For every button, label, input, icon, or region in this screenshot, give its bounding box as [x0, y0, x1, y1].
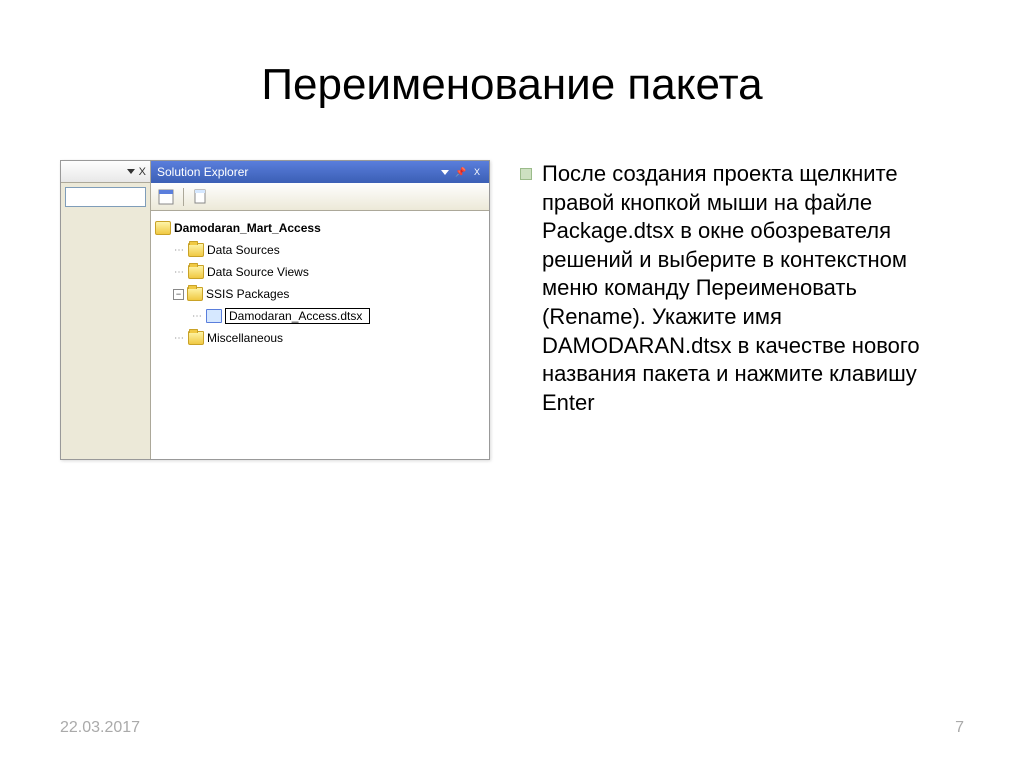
footer-date: 22.03.2017 — [60, 719, 140, 737]
tree-package-node[interactable]: ⋯ — [155, 305, 485, 327]
tree-connector-icon: ⋯ — [191, 311, 203, 322]
tree-ssis-packages[interactable]: − SSIS Packages — [155, 283, 485, 305]
left-panel-body — [61, 183, 150, 459]
solution-explorer-titlebar: Solution Explorer 📌 X — [151, 161, 489, 183]
tree-view[interactable]: Damodaran_Mart_Access ⋯ Data Sources ⋯ D… — [151, 211, 489, 459]
bullet-item: После создания проекта щелкните правой к… — [520, 160, 964, 417]
tree-connector-icon: ⋯ — [173, 267, 185, 278]
empty-input[interactable] — [65, 187, 146, 207]
show-all-icon[interactable] — [192, 188, 210, 206]
folder-icon — [188, 243, 204, 257]
toolbar-divider — [183, 188, 184, 206]
toolbar — [151, 183, 489, 211]
left-panel-header: X — [61, 161, 150, 183]
dropdown-icon[interactable] — [439, 166, 451, 178]
collapse-icon[interactable]: − — [173, 289, 184, 300]
solution-explorer-screenshot: X Solution Explorer 📌 X — [60, 160, 490, 460]
right-column: После создания проекта щелкните правой к… — [520, 160, 964, 460]
left-docked-panel: X — [61, 161, 151, 459]
folder-icon — [188, 331, 204, 345]
footer-page: 7 — [955, 719, 964, 737]
content-area: X Solution Explorer 📌 X — [0, 130, 1024, 460]
solution-explorer-panel: Solution Explorer 📌 X — [151, 161, 489, 459]
folder-icon — [188, 265, 204, 279]
rename-input[interactable] — [225, 308, 370, 324]
close-icon[interactable]: X — [471, 166, 483, 178]
tree-connector-icon: ⋯ — [173, 333, 185, 344]
tree-data-sources[interactable]: ⋯ Data Sources — [155, 239, 485, 261]
slide-footer: 22.03.2017 7 — [0, 719, 1024, 737]
tree-connector-icon: ⋯ — [173, 245, 185, 256]
folder-icon — [187, 287, 203, 301]
tree-label: Data Source Views — [207, 265, 309, 279]
bullet-icon — [520, 168, 532, 180]
properties-icon[interactable] — [157, 188, 175, 206]
project-icon — [155, 221, 171, 235]
project-label: Damodaran_Mart_Access — [174, 221, 321, 235]
tree-label: Miscellaneous — [207, 331, 283, 345]
titlebar-controls: 📌 X — [439, 166, 483, 178]
left-column: X Solution Explorer 📌 X — [60, 160, 490, 460]
solution-explorer-title: Solution Explorer — [157, 165, 248, 179]
tree-data-source-views[interactable]: ⋯ Data Source Views — [155, 261, 485, 283]
tree-project-node[interactable]: Damodaran_Mart_Access — [155, 217, 485, 239]
dropdown-icon[interactable] — [127, 169, 135, 174]
tree-miscellaneous[interactable]: ⋯ Miscellaneous — [155, 327, 485, 349]
tree-label: Data Sources — [207, 243, 280, 257]
tree-label: SSIS Packages — [206, 287, 289, 301]
pin-icon[interactable]: 📌 — [455, 166, 467, 178]
body-text: После создания проекта щелкните правой к… — [542, 160, 964, 417]
package-icon — [206, 309, 222, 323]
slide-title: Переименование пакета — [0, 0, 1024, 130]
close-icon[interactable]: X — [139, 166, 146, 178]
